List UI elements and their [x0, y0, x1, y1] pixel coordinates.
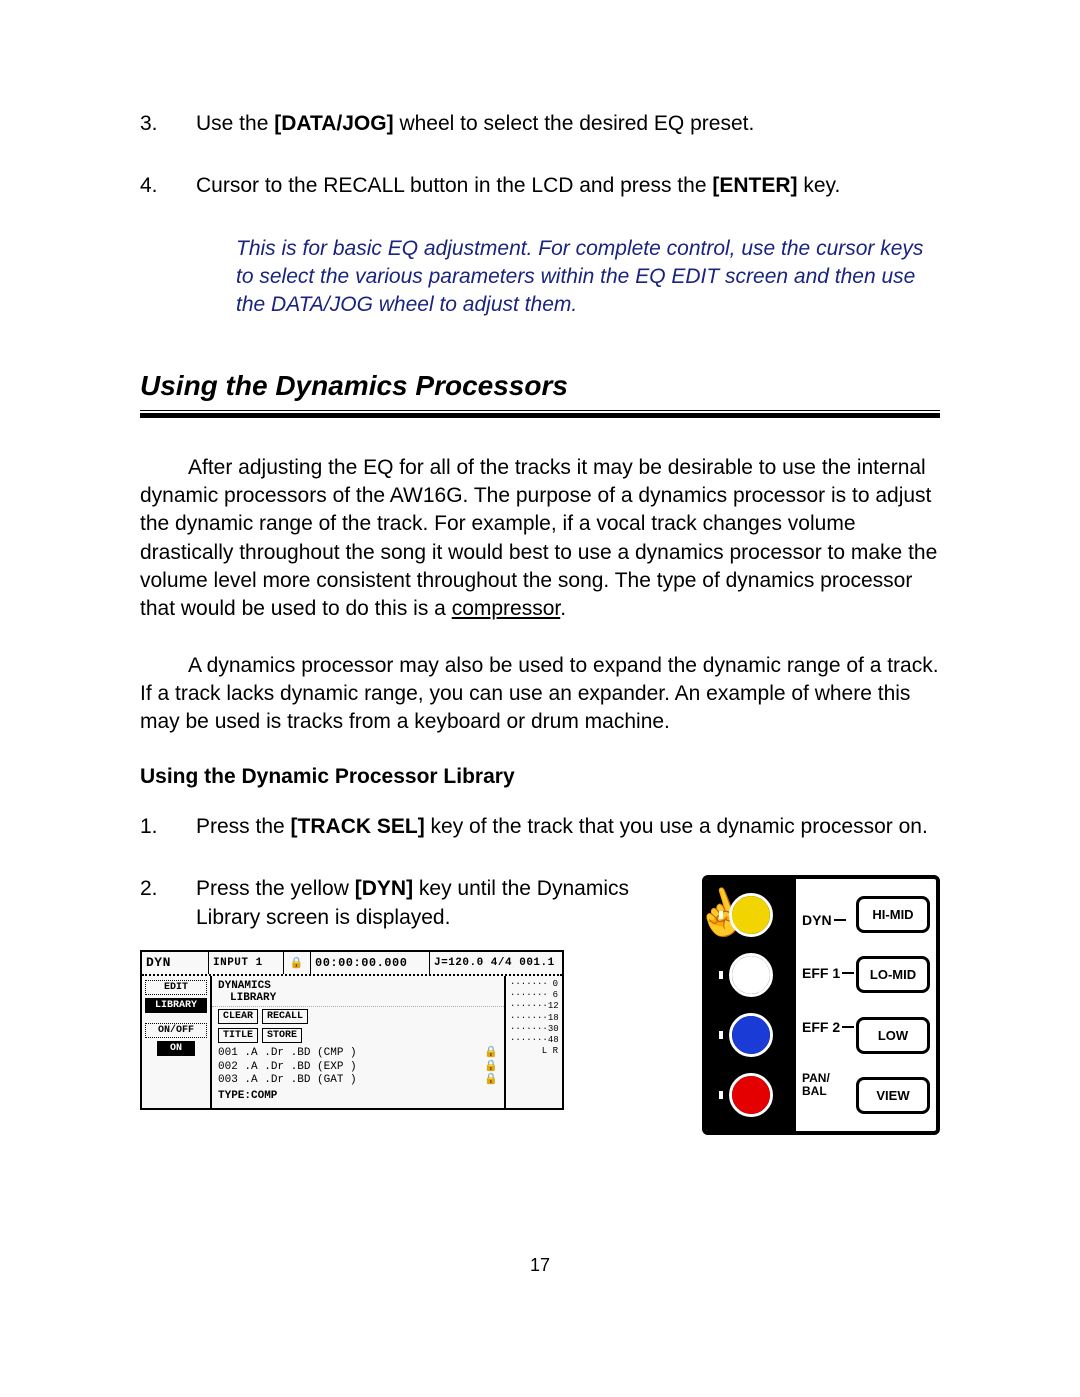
lcd-input: INPUT 1 — [209, 952, 284, 974]
panel-diagram: ☝ DYN EFF — [702, 875, 940, 1135]
eq-note: This is for basic EQ adjustment. For com… — [236, 235, 940, 320]
low-button: LOW — [856, 1017, 930, 1054]
lock-icon: 🔒 — [484, 1061, 498, 1075]
eff2-knob — [729, 1013, 773, 1057]
subsection-title: Using the Dynamic Processor Library — [140, 765, 940, 789]
lcd-clear-button: CLEAR — [218, 1009, 258, 1024]
step-body: Press the yellow [DYN] key until the Dyn… — [196, 875, 662, 932]
page-number: 17 — [140, 1255, 940, 1276]
list-item: 003 .A .Dr .BD (GAT ) 🔒 — [218, 1074, 498, 1088]
lcd-tab-library: LIBRARY — [145, 998, 207, 1013]
step-body: Cursor to the RECALL button in the LCD a… — [196, 172, 940, 200]
view-button: VIEW — [856, 1077, 930, 1114]
lock-icon: 🔒 — [284, 952, 311, 974]
lcd-store-button: STORE — [262, 1028, 302, 1043]
lcd-type: TYPE:COMP — [218, 1090, 498, 1104]
lcd-tempo: J=120.0 4/4 001.1 — [430, 952, 562, 974]
lcd-time: 00:00:00.000 — [311, 952, 430, 974]
lcd-heading: DYNAMICS — [218, 980, 276, 992]
knob-label: PAN/ BAL — [802, 1072, 830, 1098]
lcd-meter: ·······0 ·······6 ·······12 ·······18 ··… — [504, 976, 562, 1108]
lcd-on-indicator: ON — [157, 1041, 195, 1056]
step-number: 4. — [140, 172, 196, 200]
dyn-knob — [729, 893, 773, 937]
lcd-heading: LIBRARY — [218, 992, 276, 1004]
step-number: 3. — [140, 110, 196, 138]
lock-icon: 🔒 — [484, 1074, 498, 1088]
eff1-knob — [729, 953, 773, 997]
step-body: Press the [TRACK SEL] key of the track t… — [196, 813, 940, 841]
knob-label: EFF 2 — [802, 1019, 840, 1035]
step-number: 1. — [140, 813, 196, 841]
lcd-tab-edit: EDIT — [145, 980, 207, 995]
step-number: 2. — [140, 875, 196, 932]
lcd-recall-button: RECALL — [262, 1009, 308, 1024]
step-body: Use the [DATA/JOG] wheel to select the d… — [196, 110, 940, 138]
lcd-screenshot: DYN INPUT 1 🔒 00:00:00.000 J=120.0 4/4 0… — [140, 950, 564, 1110]
lock-icon: 🔒 — [484, 1047, 498, 1061]
pan-bal-knob — [729, 1073, 773, 1117]
knob-label: DYN — [802, 912, 832, 928]
lo-mid-button: LO-MID — [856, 956, 930, 993]
paragraph-1: After adjusting the EQ for all of the tr… — [140, 454, 940, 624]
lcd-tab-onoff: ON/OFF — [145, 1023, 207, 1038]
section-title: Using the Dynamics Processors — [140, 370, 940, 402]
list-item: 001 .A .Dr .BD (CMP ) 🔒 — [218, 1047, 498, 1061]
paragraph-2: A dynamics processor may also be used to… — [140, 652, 940, 737]
lcd-title-button: TITLE — [218, 1028, 258, 1043]
section-rule — [140, 410, 940, 418]
lcd-title: DYN — [142, 952, 209, 974]
knob-label: EFF 1 — [802, 965, 840, 981]
hi-mid-button: HI-MID — [856, 896, 930, 933]
list-item: 002 .A .Dr .BD (EXP ) 🔒 — [218, 1061, 498, 1075]
